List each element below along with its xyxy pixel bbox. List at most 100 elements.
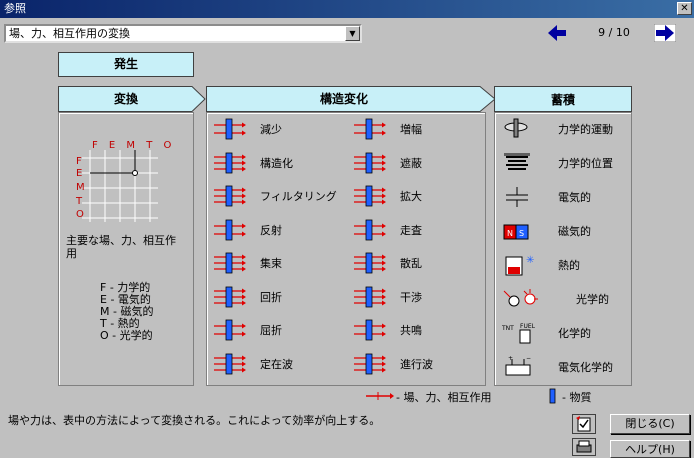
structure-item[interactable]: 共鳴: [352, 317, 422, 343]
section-header-hassei: 発生: [58, 52, 194, 77]
storage-item-label: 力学的位置: [558, 157, 613, 170]
structure-item[interactable]: 構造化: [212, 150, 293, 176]
print-icon[interactable]: [572, 438, 596, 456]
structure-item[interactable]: 減少: [212, 116, 282, 142]
structure-item-label: 構造化: [260, 156, 293, 170]
field-transform-icon: [354, 252, 386, 274]
structure-item-label: 走査: [400, 223, 422, 237]
section-header-chikuseki: 蓄積: [494, 86, 632, 112]
structure-item-label: 屈折: [260, 324, 282, 337]
structure-item[interactable]: 拡大: [352, 183, 422, 209]
close-icon[interactable]: ✕: [677, 2, 692, 15]
structure-item-label: 増幅: [400, 123, 422, 136]
grid-side-label: O: [76, 209, 84, 220]
storage-item-label: 力学的運動: [558, 123, 613, 136]
field-arrow-icon: [366, 392, 394, 400]
help-button[interactable]: ヘルプ(H): [610, 440, 690, 458]
field-transform-icon: [354, 152, 386, 173]
section-header-henkan: 変換: [113, 92, 138, 106]
spring-icon: [504, 153, 530, 170]
storage-item[interactable]: 光学的: [500, 286, 609, 312]
field-transform-icon: [354, 118, 386, 140]
structure-item-label: 反射: [260, 223, 282, 237]
grid-side-label: T: [76, 196, 83, 207]
structure-item[interactable]: 散乱: [352, 250, 422, 276]
legend-field-label: - 場、力、相互作用: [396, 391, 492, 404]
interaction-grid: [82, 150, 158, 222]
topic-select[interactable]: 場、力、相互作用の変換 ▼: [4, 24, 362, 43]
svg-text:−: −: [526, 355, 531, 362]
title-bar: 参照 ✕: [0, 0, 694, 18]
capacitor-icon: [506, 187, 528, 207]
storage-item-label: 電気的: [558, 191, 591, 204]
structure-item-label: 進行波: [400, 357, 433, 371]
field-transform-icon: [214, 219, 246, 240]
grid-caption: 主要な場、力、相互作用: [66, 234, 176, 260]
structure-item-label: 共鳴: [400, 324, 422, 337]
field-transform-icon: [354, 219, 386, 240]
field-transform-icon: [354, 319, 386, 341]
field-transform-icon: [354, 353, 386, 374]
chevron-down-icon[interactable]: ▼: [345, 26, 360, 41]
storage-item-label: 磁気的: [558, 225, 591, 238]
storage-item-label: 電気化学的: [558, 361, 613, 374]
field-transform-icon: [214, 185, 246, 207]
storage-item[interactable]: 電気的: [500, 184, 591, 210]
structure-item[interactable]: 増幅: [352, 116, 422, 142]
storage-item-label: 熱的: [558, 259, 580, 272]
storage-item[interactable]: N S 磁気的: [500, 218, 591, 244]
structure-item-label: 集束: [260, 257, 282, 270]
field-transform-icon: [214, 286, 246, 307]
status-text: 場や力は、表中の方法によって変換される。これによって効率が向上する。: [8, 414, 381, 427]
section-header-kozo: 構造変化: [319, 92, 368, 106]
structure-item-label: フィルタリング: [260, 190, 337, 203]
legend-item: O - 光学的: [100, 329, 153, 342]
storage-item[interactable]: ✳ 熱的: [500, 252, 580, 278]
storage-item[interactable]: + − 電気化学的: [500, 354, 613, 380]
storage-item[interactable]: TNT FUEL 化学的: [500, 320, 591, 346]
svg-text:N: N: [507, 229, 513, 238]
close-button[interactable]: 閉じる(C): [610, 414, 690, 434]
structure-item[interactable]: 反射: [212, 217, 282, 243]
storage-item[interactable]: 力学的運動: [500, 116, 613, 142]
light-icon: [503, 289, 538, 307]
arrow-right-icon[interactable]: [654, 24, 676, 42]
structure-item-label: 遮蔽: [400, 156, 422, 170]
grid-side-label: F: [76, 156, 82, 167]
grid-top-labels: F E M T O: [92, 140, 176, 151]
field-transform-icon: [214, 353, 246, 374]
structure-item[interactable]: 走査: [352, 217, 422, 243]
storage-item[interactable]: 力学的位置: [500, 150, 613, 176]
structure-item-label: 干渉: [400, 290, 422, 304]
topic-select-value: 場、力、相互作用の変換: [9, 27, 130, 40]
page-indicator: 9 / 10: [598, 26, 630, 39]
svg-text:+: +: [508, 355, 513, 362]
structure-item[interactable]: 定在波: [212, 351, 293, 377]
field-transform-icon: [214, 252, 246, 274]
structure-item[interactable]: 集束: [212, 250, 282, 276]
magnet-icon: NS: [503, 224, 529, 240]
field-transform-icon: [214, 118, 246, 140]
grid-legend: F - 力学的 E - 電気的 M - 磁気的 T - 熱的 O - 光学的: [100, 282, 153, 342]
structure-item[interactable]: 遮蔽: [352, 150, 422, 176]
structure-item[interactable]: フィルタリング: [212, 183, 337, 209]
storage-item-label: 光学的: [576, 293, 609, 306]
grid-side-label: M: [76, 182, 85, 193]
structure-item[interactable]: 回折: [212, 284, 282, 310]
arrow-left-icon[interactable]: [546, 24, 568, 42]
legend-substance-label: - 物質: [562, 391, 592, 404]
structure-item-label: 回折: [260, 290, 282, 304]
structure-item-label: 定在波: [260, 357, 293, 371]
substance-icon: [549, 388, 556, 404]
svg-text:TNT: TNT: [501, 325, 514, 332]
checklist-icon[interactable]: [572, 414, 596, 434]
fuel-icon: TNT FUEL: [501, 323, 536, 344]
field-transform-icon: [354, 286, 386, 307]
structure-item[interactable]: 進行波: [352, 351, 433, 377]
heater-icon: ✳: [505, 255, 534, 276]
svg-text:✳: ✳: [526, 255, 534, 266]
flywheel-icon: [504, 118, 528, 138]
structure-item[interactable]: 屈折: [212, 317, 282, 343]
structure-item[interactable]: 干渉: [352, 284, 422, 310]
window-title: 参照: [4, 2, 26, 15]
